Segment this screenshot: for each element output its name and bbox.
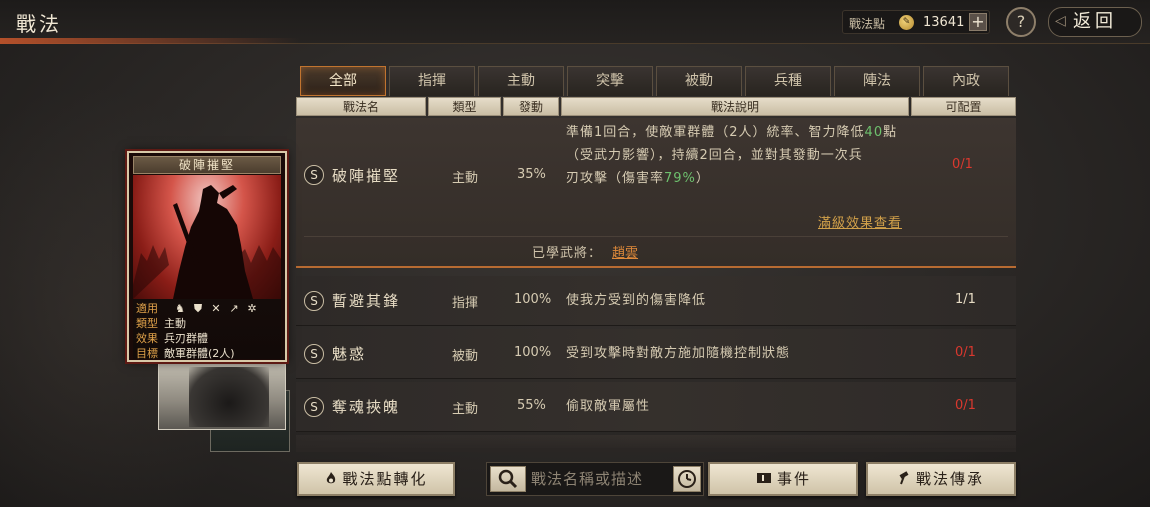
column-header-name[interactable]: 戰法名 xyxy=(296,97,426,116)
tactic-capacity: 1/1 xyxy=(955,292,976,307)
shield-icon: ⛊ xyxy=(193,302,203,315)
inherit-tactic-label: 戰法傳承 xyxy=(915,470,984,488)
card-effect-row: 效果 兵刃群體 xyxy=(136,332,208,345)
tab-command[interactable]: 指揮 xyxy=(389,66,475,96)
search-bar xyxy=(486,462,704,496)
tactic-description: 準備1回合，使敵軍群體（2人）統率、智力降低40點 （受武力影響），持續2回合，… xyxy=(566,125,898,186)
card-info: 適用 ♞ ⛊ ✕ ↗ ✲ 類型 主動 效果 兵刃群體 目標 敵軍群體(2人) xyxy=(133,299,281,360)
table-header: 戰法名 類型 發動 戰法說明 可配置 xyxy=(296,97,1016,116)
inherit-tactic-button[interactable]: 戰法傳承 xyxy=(866,462,1016,496)
cavalry-icon: ♞ xyxy=(175,302,185,315)
card-applies-row: 適用 ♞ ⛊ ✕ ↗ ✲ xyxy=(136,302,257,315)
search-button[interactable] xyxy=(490,466,526,492)
tactic-name: 暫避其鋒 xyxy=(332,292,401,310)
learned-generals-label: 已學武將： xyxy=(532,246,603,261)
tactic-capacity: 0/1 xyxy=(955,398,976,413)
table-row-selected[interactable]: S 破陣摧堅 主動 35% 準備1回合，使敵軍群體（2人）統率、智力降低40點 … xyxy=(296,118,1016,268)
learned-general-link[interactable]: 趙雲 xyxy=(612,242,638,261)
card-silhouette xyxy=(189,367,269,427)
tactic-rate: 55% xyxy=(517,398,546,413)
tactic-description: 受到攻擊時對敵方施加隨機控制狀態 xyxy=(566,346,791,361)
tactic-name: 魅惑 xyxy=(332,345,367,363)
category-tabs: 全部 指揮 主動 突擊 被動 兵種 陣法 內政 xyxy=(300,66,1012,96)
tactic-rate: 35% xyxy=(517,167,546,182)
card-artwork xyxy=(133,175,281,299)
convert-points-button[interactable]: 戰法點轉化 xyxy=(297,462,455,496)
search-input[interactable] xyxy=(531,466,669,492)
tactic-points-display: 戰法點 ✎ 13641 + xyxy=(842,10,990,34)
tactic-description: 使我方受到的傷害降低 xyxy=(566,293,707,308)
tab-assault[interactable]: 突擊 xyxy=(567,66,653,96)
tab-all[interactable]: 全部 xyxy=(300,66,386,96)
tab-troop-type[interactable]: 兵種 xyxy=(745,66,831,96)
tactic-type: 被動 xyxy=(452,349,479,364)
card-title: 破陣摧堅 xyxy=(133,156,281,174)
help-button[interactable]: ? xyxy=(1006,7,1036,37)
grade-badge: S xyxy=(304,397,324,417)
max-level-effect-link[interactable]: 滿級效果查看 xyxy=(818,212,902,231)
tactic-rate: 100% xyxy=(514,292,552,307)
flame-icon xyxy=(327,472,336,484)
tab-active[interactable]: 主動 xyxy=(478,66,564,96)
table-row[interactable]: S 魅惑 被動 100% 受到攻擊時對敵方施加隨機控制狀態 0/1 xyxy=(296,329,1016,379)
back-arrow-icon: ◁ xyxy=(1055,13,1066,29)
tactic-name: 奪魂挾魄 xyxy=(332,398,401,416)
tactic-name: 破陣摧堅 xyxy=(332,167,401,185)
table-row[interactable]: S 奪魂挾魄 主動 55% 偷取敵軍屬性 0/1 xyxy=(296,382,1016,432)
stacked-card-middle xyxy=(158,358,286,430)
page-title: 戰法 xyxy=(16,12,62,36)
row-divider xyxy=(304,236,1008,237)
tactic-capacity: 0/1 xyxy=(955,345,976,360)
tactic-type: 指揮 xyxy=(452,296,479,311)
card-type-row: 類型 主動 xyxy=(136,317,186,330)
coin-icon: ✎ xyxy=(899,15,914,30)
events-button[interactable]: 事件 xyxy=(708,462,858,496)
grade-badge: S xyxy=(304,165,324,185)
grade-badge: S xyxy=(304,344,324,364)
back-button[interactable]: ◁ 返回 xyxy=(1048,7,1142,37)
column-header-type[interactable]: 類型 xyxy=(428,97,501,116)
column-header-description: 戰法說明 xyxy=(561,97,909,116)
convert-points-label: 戰法點轉化 xyxy=(342,470,428,488)
card-target-row: 目標 敵軍群體(2人) xyxy=(136,347,235,360)
column-header-capacity[interactable]: 可配置 xyxy=(911,97,1016,116)
hammer-icon xyxy=(899,471,909,485)
tactic-type: 主動 xyxy=(452,171,479,186)
grade-badge: S xyxy=(304,291,324,311)
bow-icon: ✕ xyxy=(211,302,221,315)
tactics-list[interactable]: S 破陣摧堅 主動 35% 準備1回合，使敵軍群體（2人）統率、智力降低40點 … xyxy=(296,118,1016,448)
ticket-icon xyxy=(756,473,771,483)
column-header-rate[interactable]: 發動 xyxy=(503,97,559,116)
table-row[interactable]: S 暫避其鋒 指揮 100% 使我方受到的傷害降低 1/1 xyxy=(296,276,1016,326)
tab-internal-affairs[interactable]: 內政 xyxy=(923,66,1009,96)
tactic-description: 偷取敵軍屬性 xyxy=(566,399,651,414)
add-points-button[interactable]: + xyxy=(969,13,987,31)
tactic-rate: 100% xyxy=(514,345,552,360)
spear-icon: ↗ xyxy=(229,302,239,315)
back-label: 返回 xyxy=(1073,11,1117,32)
tab-passive[interactable]: 被動 xyxy=(656,66,742,96)
list-scroll-fade xyxy=(296,434,1016,452)
tactic-type: 主動 xyxy=(452,402,479,417)
warrior-silhouette-icon xyxy=(133,185,281,299)
history-button[interactable] xyxy=(673,466,701,492)
top-bar: 戰法 戰法點 ✎ 13641 + ? ◁ 返回 xyxy=(0,0,1150,44)
tactic-points-value: 13641 xyxy=(923,15,965,30)
tactic-capacity: 0/1 xyxy=(952,157,973,172)
clock-icon xyxy=(678,470,696,488)
search-icon xyxy=(498,469,518,489)
events-label: 事件 xyxy=(776,470,811,488)
wheel-icon: ✲ xyxy=(247,302,257,315)
tab-formation[interactable]: 陣法 xyxy=(834,66,920,96)
tactic-card[interactable]: 破陣摧堅 適用 ♞ ⛊ ✕ ↗ ✲ 類型 主動 效果 兵刃群體 目標 敵軍群體(… xyxy=(127,151,287,362)
tactic-points-label: 戰法點 xyxy=(849,17,886,31)
